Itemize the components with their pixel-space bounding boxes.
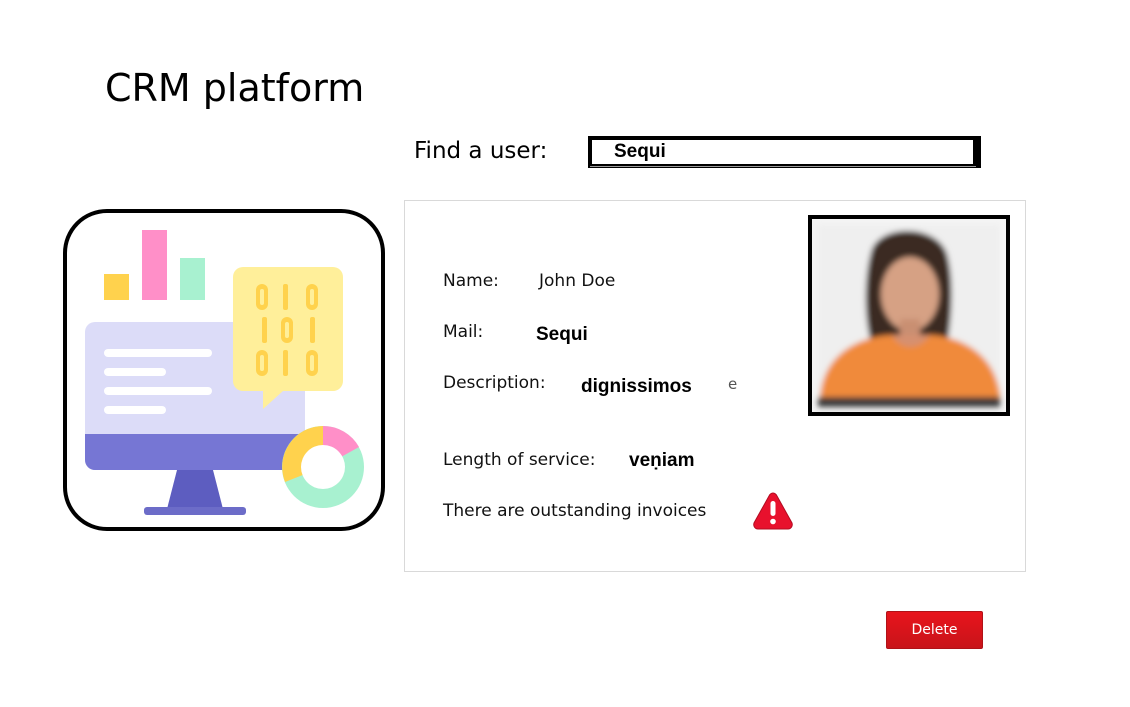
monitor-stand-icon	[167, 470, 223, 509]
mail-value: Sequi	[536, 324, 588, 345]
warning-triangle-icon	[752, 491, 794, 536]
monitor-base-icon	[144, 507, 246, 515]
search-input[interactable]	[588, 136, 981, 168]
find-user-label: Find a user:	[414, 138, 548, 164]
donut-chart-icon	[282, 425, 364, 508]
mail-label: Mail:	[443, 322, 484, 342]
service-value: veṇiam	[629, 450, 695, 471]
invoice-warning-text: There are outstanding invoices	[443, 501, 707, 521]
bar-icon-green	[180, 258, 205, 300]
crm-dashboard-illustration	[63, 209, 385, 531]
bar-icon-pink	[142, 230, 167, 300]
search-underline	[590, 166, 976, 167]
user-card: Name: John Doe Mail: Sequi Description: …	[404, 200, 1026, 572]
bar-icon-yellow	[104, 274, 129, 300]
service-label: Length of service:	[443, 450, 596, 470]
description-value: dignissimos	[581, 376, 692, 397]
page-title: CRM platform	[105, 66, 365, 110]
description-trailing-text: e	[728, 375, 738, 393]
name-value: John Doe	[539, 271, 616, 291]
description-label: Description:	[443, 373, 546, 393]
user-photo	[808, 215, 1010, 416]
delete-button[interactable]: Delete	[886, 611, 983, 649]
name-label: Name:	[443, 271, 499, 291]
